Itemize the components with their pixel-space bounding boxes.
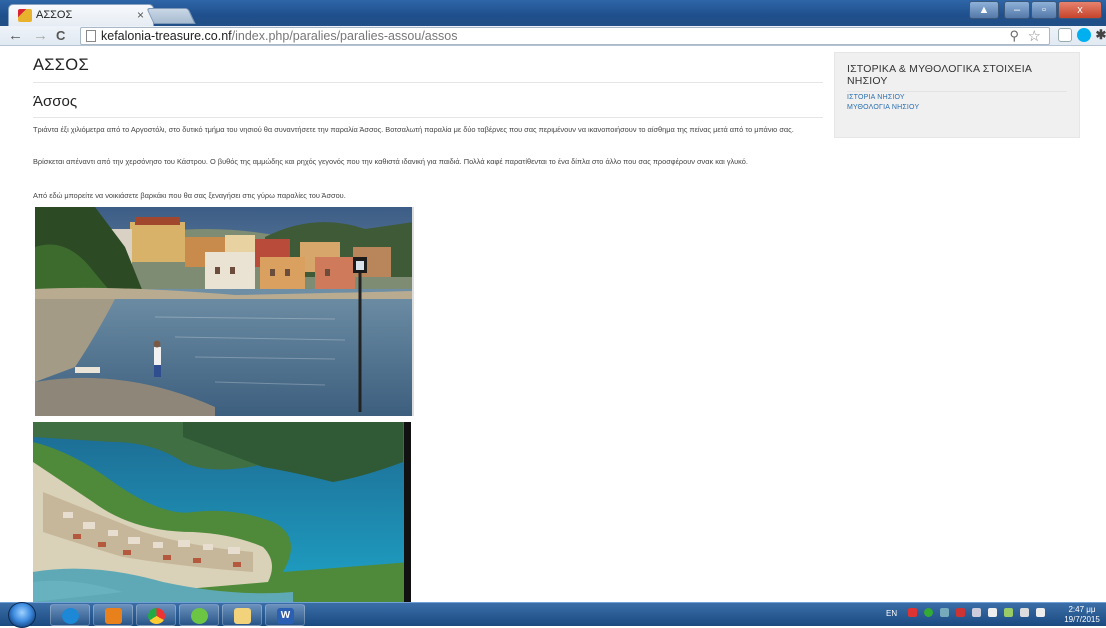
forward-icon[interactable]: → — [33, 27, 48, 44]
article-paragraph: Τριάντα έξι χιλιόμετρα από το Αργοστόλι,… — [33, 125, 794, 134]
assos-harbour-photo — [35, 207, 414, 416]
article-paragraph: Βρίσκεται απέναντι από την χερσόνησο του… — [33, 157, 748, 166]
article-heading: Άσσος — [33, 93, 78, 110]
page-title: ΑΣΣΟΣ — [33, 56, 89, 74]
window-controls: ▲ – ▫ x — [969, 1, 1102, 19]
folder-icon — [234, 608, 251, 624]
reload-icon[interactable]: C — [56, 27, 65, 44]
url-domain: kefalonia-treasure.co.nf — [101, 29, 232, 43]
taskbar-media-player[interactable] — [93, 604, 133, 626]
divider — [33, 82, 823, 83]
page-icon — [86, 30, 96, 42]
sidebar-link-island-mythology[interactable]: ΜΥΘΟΛΟΓΙΑ ΝΗΣΙΟΥ — [847, 104, 919, 111]
divider — [847, 91, 1067, 92]
bookmark-star-icon[interactable]: ☆ — [1028, 27, 1041, 45]
chrome-icon — [148, 608, 165, 624]
user-profile-button[interactable]: ▲ — [969, 1, 999, 19]
taskbar-chrome[interactable] — [136, 604, 176, 626]
site-favicon-icon — [18, 9, 32, 22]
address-bar[interactable]: kefalonia-treasure.co.nf/index.php/paral… — [80, 27, 1050, 45]
maximize-button[interactable]: ▫ — [1031, 1, 1057, 19]
tray-bluetooth-icon[interactable] — [972, 608, 981, 617]
browser-titlebar: ΑΣΣΟΣ × ▲ – ▫ x — [0, 0, 1106, 26]
minimize-button[interactable]: – — [1004, 1, 1030, 19]
divider — [33, 117, 823, 118]
sidebar-heading: ΙΣΤΟΡΙΚΑ & ΜΥΘΟΛΟΓΙΚΑ ΣΤΟΙΧΕΙΑ ΝΗΣΙΟΥ — [847, 63, 1032, 87]
tray-network-app-icon[interactable] — [940, 608, 949, 617]
tray-volume-icon[interactable] — [1036, 608, 1045, 617]
close-window-button[interactable]: x — [1058, 1, 1102, 19]
assos-bay-aerial-photo — [33, 422, 411, 602]
taskbar-file-explorer[interactable] — [222, 604, 262, 626]
media-player-icon — [105, 608, 122, 624]
taskbar-utorrent[interactable] — [179, 604, 219, 626]
utorrent-icon — [191, 608, 208, 624]
clock-time: 2:47 μμ — [1068, 605, 1096, 614]
language-indicator[interactable]: EN — [886, 609, 897, 618]
tab-title: ΑΣΣΟΣ — [36, 9, 73, 21]
article-paragraph: Από εδώ μπορείτε να νοικιάσετε βαρκάκι π… — [33, 191, 346, 200]
word-icon: W — [277, 608, 294, 624]
taskbar-internet-explorer[interactable] — [50, 604, 90, 626]
sidebar-module: ΙΣΤΟΡΙΚΑ & ΜΥΘΟΛΟΓΙΚΑ ΣΤΟΙΧΕΙΑ ΝΗΣΙΟΥ ΙΣ… — [834, 52, 1080, 138]
browser-tab[interactable]: ΑΣΣΟΣ × — [8, 4, 154, 26]
url-path: /index.php/paralies/paralies-assou/assos — [231, 29, 458, 43]
zoom-icon[interactable]: ⚲ — [1009, 28, 1019, 44]
tab-close-icon[interactable]: × — [137, 8, 144, 22]
windows-taskbar: W EN 2:47 μμ 19/7/2015 — [0, 602, 1106, 628]
puzzle-extension-icon[interactable]: ✱ — [1094, 28, 1106, 42]
tray-connection-icon[interactable] — [1004, 608, 1013, 617]
tray-app-icon[interactable] — [908, 608, 917, 617]
skype-extension-icon[interactable] — [1077, 28, 1091, 42]
browser-toolbar: ← → C kefalonia-treasure.co.nf/index.php… — [0, 26, 1106, 46]
clock-date: 19/7/2015 — [1064, 615, 1100, 624]
tray-action-center-flag-icon[interactable] — [988, 608, 997, 617]
sidebar-link-island-history[interactable]: ΙΣΤΟΡΙΑ ΝΗΣΙΟΥ — [847, 94, 905, 101]
new-tab-button[interactable] — [146, 8, 196, 24]
tray-media-icon[interactable] — [956, 608, 965, 617]
url-text[interactable]: kefalonia-treasure.co.nf/index.php/paral… — [101, 29, 457, 43]
back-icon[interactable]: ← — [8, 27, 23, 44]
start-button[interactable] — [8, 602, 36, 628]
tray-signal-icon[interactable] — [1020, 608, 1029, 617]
internet-explorer-icon — [62, 608, 79, 624]
extension-shield-icon[interactable] — [1058, 28, 1072, 42]
page-viewport: ΑΣΣΟΣ Άσσος Τριάντα έξι χιλιόμετρα από τ… — [0, 46, 1106, 602]
tray-antivirus-icon[interactable] — [924, 608, 933, 617]
system-clock[interactable]: 2:47 μμ 19/7/2015 — [1062, 605, 1102, 625]
taskbar-word[interactable]: W — [265, 604, 305, 626]
